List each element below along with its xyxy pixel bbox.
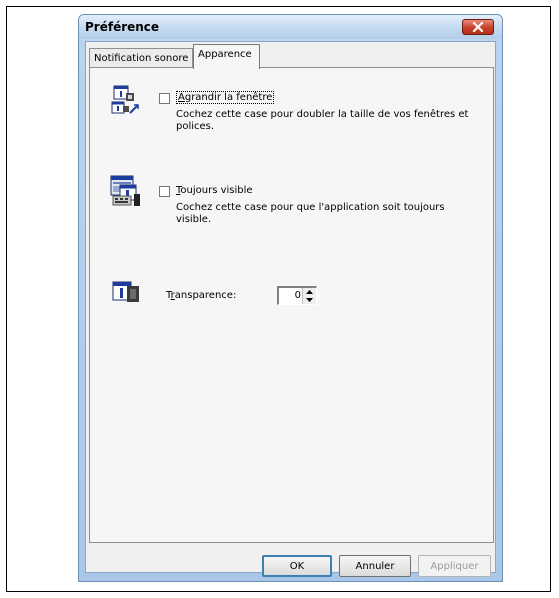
always-on-top-checkbox[interactable] — [159, 186, 170, 197]
arrow-up-icon — [306, 290, 313, 294]
label-text: ansparence: — [174, 290, 237, 301]
close-icon — [472, 22, 484, 32]
enlarge-window-checkbox[interactable] — [159, 93, 170, 104]
window-title: Préférence — [85, 20, 160, 34]
apply-button[interactable]: Appliquer — [418, 555, 491, 577]
transparency-icon — [112, 281, 139, 302]
focus-outline: Agrandir la fenêtre — [176, 91, 275, 104]
close-button[interactable] — [462, 19, 494, 35]
transparency-spinner[interactable]: 0 — [277, 286, 317, 305]
mnemonic: A — [178, 92, 185, 103]
tab-label: Notification sonore — [94, 53, 189, 64]
transparency-value[interactable]: 0 — [295, 290, 301, 301]
spinner-buttons — [302, 288, 316, 304]
tab-label: Apparence — [198, 49, 252, 60]
spinner-up-button[interactable] — [303, 288, 316, 296]
apparence-panel: Agrandir la fenêtre Cochez cette case po… — [89, 67, 494, 543]
always-on-top-label[interactable]: Toujours visible — [176, 185, 253, 196]
enlarge-window-label[interactable]: Agrandir la fenêtre — [176, 91, 275, 104]
tab-notification-sonore[interactable]: Notification sonore — [89, 48, 193, 68]
title-bar[interactable]: Préférence — [79, 15, 502, 39]
tab-apparence[interactable]: Apparence — [193, 44, 260, 69]
arrow-down-icon — [306, 298, 313, 302]
cancel-button[interactable]: Annuler — [339, 555, 411, 577]
enlarge-window-description: Cochez cette case pour doubler la taille… — [176, 109, 469, 132]
preference-dialog: Préférence Notification sonore Apparence — [78, 14, 503, 582]
spinner-down-button[interactable] — [303, 296, 316, 304]
label-text: oujours visible — [180, 185, 253, 196]
enlarge-window-icon — [111, 85, 139, 114]
always-on-top-description: Cochez cette case pour que l'application… — [176, 202, 445, 225]
dialog-client-area: Notification sonore Apparence Agrandir l… — [85, 41, 496, 577]
always-on-top-icon — [110, 175, 140, 206]
transparency-label: Transparence: — [166, 290, 236, 301]
ok-button[interactable]: OK — [262, 555, 332, 577]
label-text: grandir la fenêtre — [184, 92, 273, 103]
